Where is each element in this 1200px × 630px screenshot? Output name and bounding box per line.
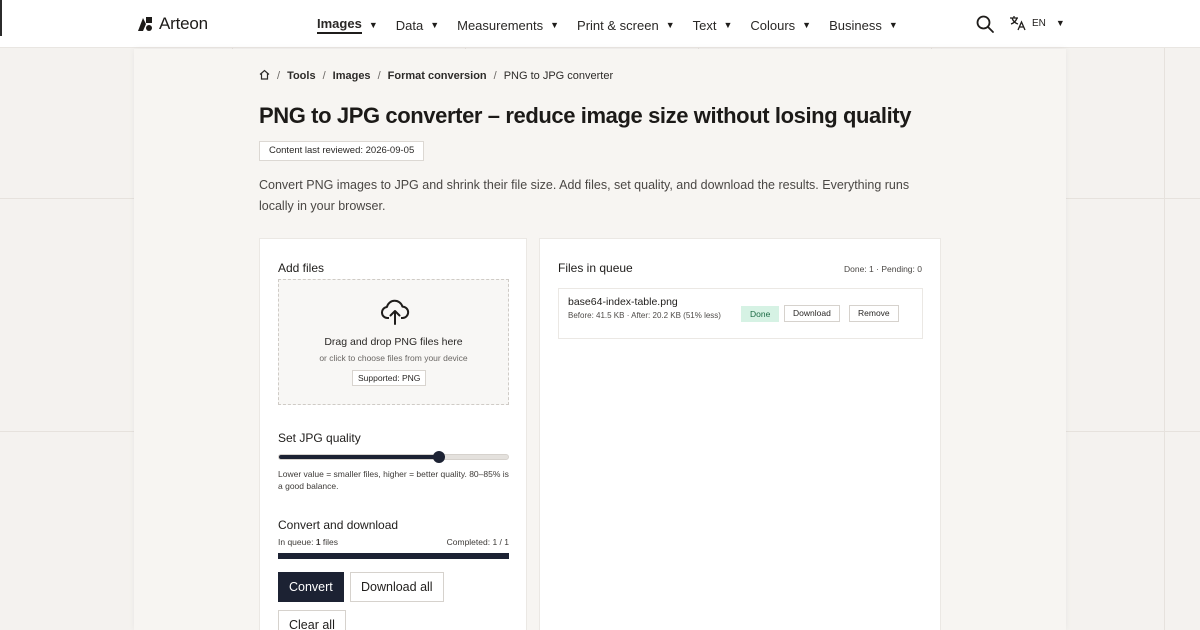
breadcrumb-separator: /: [277, 70, 281, 82]
status-badge: Done: [741, 306, 780, 322]
breadcrumb-images[interactable]: Images: [333, 70, 371, 82]
caret-down-icon: ▼: [430, 20, 440, 30]
queue-status-line: In queue: 1 files Completed: 1 / 1: [278, 537, 509, 547]
convert-button[interactable]: Convert: [278, 572, 344, 602]
nav-item-text[interactable]: Text ▼: [693, 16, 733, 34]
progress-fill: [278, 553, 509, 559]
caret-down-icon: ▼: [368, 20, 378, 30]
breadcrumb: / Tools / Images / Format conversion / P…: [259, 69, 613, 83]
download-all-button[interactable]: Download all: [350, 572, 444, 602]
breadcrumb-separator: /: [322, 70, 326, 82]
slider-fill: [279, 455, 440, 459]
nav-item-images[interactable]: Images ▼: [317, 16, 378, 34]
queue-prefix: In queue:: [278, 537, 316, 547]
nav-item-colours[interactable]: Colours ▼: [750, 16, 811, 34]
caret-down-icon: ▼: [802, 20, 812, 30]
breadcrumb-separator: /: [493, 70, 497, 82]
conversion-progress-bar: [278, 553, 509, 559]
nav-item-measurements[interactable]: Measurements ▼: [457, 16, 559, 34]
home-icon: [259, 69, 270, 80]
converter-controls-card: Add files Drag and drop PNG files here o…: [259, 238, 527, 630]
brand-logo-link[interactable]: Arteon: [137, 14, 208, 34]
brand-logo-icon: [137, 16, 153, 32]
breadcrumb-format-conversion[interactable]: Format conversion: [388, 70, 487, 82]
breadcrumb-current: PNG to JPG converter: [503, 70, 614, 82]
nav-item-label: Images: [317, 16, 362, 34]
dropzone-instruction: Drag and drop PNG files here: [324, 336, 463, 348]
download-file-button[interactable]: Download: [784, 305, 840, 322]
brand-name: Arteon: [159, 14, 208, 33]
jpg-quality-slider[interactable]: [278, 451, 509, 463]
quality-heading: Set JPG quality: [278, 431, 361, 445]
file-name: base64-index-table.png: [568, 296, 678, 308]
add-files-heading: Add files: [278, 261, 325, 275]
queue-heading: Files in queue: [558, 261, 633, 275]
nav-item-data[interactable]: Data ▼: [396, 16, 439, 34]
home-breadcrumb-link[interactable]: [259, 69, 270, 83]
cloud-upload-icon: [380, 298, 410, 326]
queue-size-text: In queue: 1 files: [278, 537, 338, 547]
language-code: EN: [1032, 17, 1046, 29]
queue-suffix: files: [320, 537, 339, 547]
file-size-summary: Before: 41.5 KB · After: 20.2 KB (51% le…: [568, 311, 721, 320]
caret-down-icon: ▼: [550, 20, 560, 30]
slider-thumb[interactable]: [433, 451, 446, 463]
queue-counts: Done: 1 · Pending: 0: [844, 264, 922, 274]
nav-item-label: Print & screen: [577, 17, 659, 33]
top-navigation-bar: Arteon Images ▼ Data ▼ Measurements ▼ Pr…: [0, 0, 1200, 48]
caret-down-icon: ▼: [665, 20, 675, 30]
file-queue-card: Files in queue Done: 1 · Pending: 0 base…: [539, 238, 941, 630]
page-title: PNG to JPG converter – reduce image size…: [259, 103, 912, 128]
breadcrumb-separator: /: [377, 70, 381, 82]
clear-all-button[interactable]: Clear all: [278, 610, 346, 630]
caret-down-icon: ▼: [888, 20, 898, 30]
dropzone-subtext: or click to choose files from your devic…: [319, 353, 468, 363]
nav-item-label: Business: [829, 17, 882, 33]
window-edge: [0, 0, 2, 36]
search-button[interactable]: [975, 14, 995, 34]
nav-item-label: Text: [692, 17, 717, 33]
nav-item-business[interactable]: Business ▼: [829, 16, 898, 34]
language-switcher[interactable]: EN ▼: [1009, 15, 1065, 31]
intro-text: Convert PNG images to JPG and shrink the…: [259, 178, 910, 213]
search-icon: [976, 15, 994, 33]
nav-item-print-screen[interactable]: Print & screen ▼: [577, 16, 675, 34]
queue-item: base64-index-table.png Before: 41.5 KB ·…: [558, 288, 923, 339]
caret-down-icon: ▼: [1055, 18, 1065, 28]
remove-file-button[interactable]: Remove: [849, 305, 899, 322]
translate-icon: [1010, 16, 1026, 31]
supported-formats-tag: Supported: PNG: [352, 370, 427, 386]
file-dropzone[interactable]: Drag and drop PNG files here or click to…: [278, 279, 509, 405]
nav-item-label: Data: [395, 17, 424, 33]
quality-hint: Lower value = smaller files, higher = be…: [278, 469, 509, 491]
completed-count: Completed: 1 / 1: [446, 537, 509, 547]
nav-item-label: Measurements: [457, 17, 544, 33]
caret-down-icon: ▼: [723, 20, 733, 30]
last-reviewed-badge: Content last reviewed: 2026-09-05: [259, 141, 425, 161]
main-nav: Images ▼ Data ▼ Measurements ▼ Print & s…: [317, 16, 916, 34]
breadcrumb-tools[interactable]: Tools: [287, 70, 316, 82]
convert-heading: Convert and download: [278, 518, 399, 532]
nav-item-label: Colours: [750, 17, 796, 33]
